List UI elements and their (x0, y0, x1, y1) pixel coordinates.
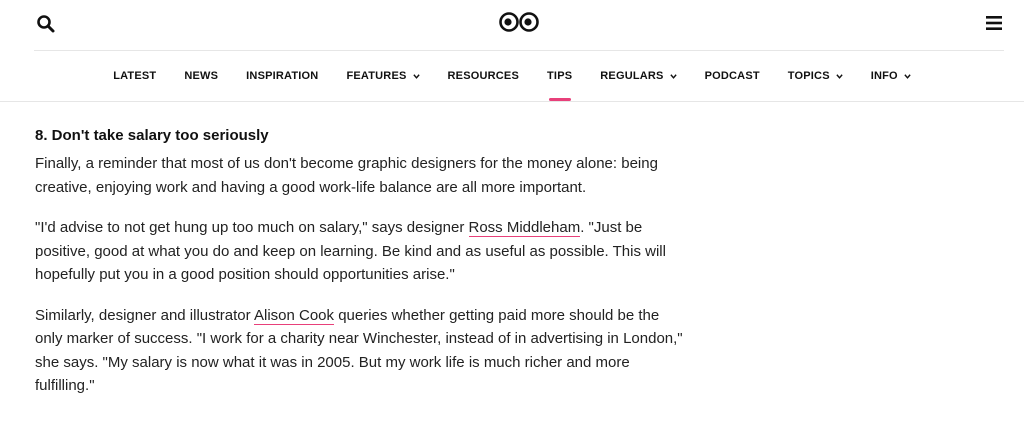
paragraph: "I'd advise to not get hung up too much … (35, 216, 685, 287)
nav-label: FEATURES (346, 70, 407, 82)
ross-middleham-link[interactable]: Ross Middleham (468, 219, 581, 237)
nav-item-info[interactable]: INFO (871, 51, 911, 101)
paragraph: Finally, a reminder that most of us don'… (35, 155, 658, 196)
chevron-down-icon (669, 73, 677, 79)
chevron-down-icon (836, 73, 843, 79)
nav-label: REGULARS (600, 70, 664, 82)
eyes-logo-icon[interactable] (499, 11, 539, 33)
nav-label: TOPICS (787, 70, 830, 82)
nav-item-podcast[interactable]: PODCAST (705, 51, 760, 101)
top-bar (0, 0, 1024, 50)
section-heading: 8. Don't take salary too seriously (35, 127, 269, 144)
nav-divider (0, 101, 1024, 102)
alison-cook-link[interactable]: Alison Cook (253, 306, 335, 325)
paragraph-text: "I'd advise to not get hung up too much … (35, 219, 469, 236)
chevron-down-icon (412, 73, 420, 79)
nav-label: INFO (870, 70, 898, 82)
nav-label: TIPS (547, 70, 573, 82)
nav-item-news[interactable]: NEWS (184, 51, 218, 101)
search-icon[interactable] (36, 14, 56, 34)
nav-item-topics[interactable]: TOPICS (788, 51, 843, 101)
main-nav: LATEST NEWS INSPIRATION FEATURES RESOURC… (0, 51, 1024, 101)
article-body: 8. Don't take salary too seriously Final… (35, 126, 685, 415)
nav-label: PODCAST (704, 70, 760, 82)
nav-item-latest[interactable]: LATEST (113, 51, 156, 101)
chevron-down-icon (904, 73, 911, 79)
nav-item-tips[interactable]: TIPS (547, 51, 572, 101)
nav-item-features[interactable]: FEATURES (346, 51, 420, 101)
nav-label: NEWS (184, 70, 219, 82)
nav-item-resources[interactable]: RESOURCES (448, 51, 519, 101)
hamburger-menu-icon[interactable] (986, 16, 1002, 30)
nav-item-regulars[interactable]: REGULARS (600, 51, 677, 101)
paragraph: Similarly, designer and illustrator Alis… (35, 304, 685, 398)
nav-label: INSPIRATION (246, 70, 319, 82)
nav-label: RESOURCES (447, 70, 520, 82)
nav-item-inspiration[interactable]: INSPIRATION (246, 51, 318, 101)
nav-label: LATEST (113, 70, 157, 82)
paragraph-text: Similarly, designer and illustrator (35, 306, 254, 324)
